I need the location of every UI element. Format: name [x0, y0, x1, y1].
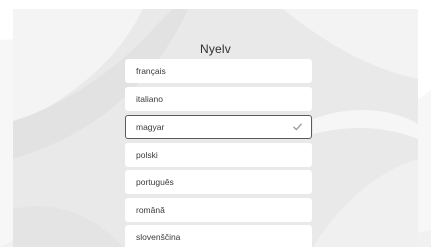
- language-option-portugues[interactable]: português: [125, 170, 312, 194]
- language-option-italiano[interactable]: italiano: [125, 87, 312, 111]
- page-title: Nyelv: [199, 42, 231, 56]
- settings-panel: Nyelv français italiano magyar polski po…: [13, 9, 418, 247]
- language-option-label: magyar: [136, 122, 165, 132]
- language-option-magyar[interactable]: magyar: [125, 115, 312, 139]
- language-option-romana[interactable]: română: [125, 198, 312, 222]
- language-option-label: polski: [136, 150, 158, 160]
- language-option-label: português: [136, 177, 174, 187]
- language-list[interactable]: français italiano magyar polski portuguê…: [125, 59, 312, 247]
- language-option-label: română: [136, 205, 165, 215]
- language-option-label: italiano: [136, 94, 163, 104]
- language-option-slovenscina[interactable]: slovenščina: [125, 225, 312, 247]
- language-option-label: slovenščina: [136, 232, 181, 242]
- language-settings-screen: Nyelv français italiano magyar polski po…: [0, 0, 431, 247]
- language-option-francais[interactable]: français: [125, 59, 312, 83]
- language-option-polski[interactable]: polski: [125, 143, 312, 167]
- check-icon: [293, 123, 302, 131]
- language-option-label: français: [136, 66, 166, 76]
